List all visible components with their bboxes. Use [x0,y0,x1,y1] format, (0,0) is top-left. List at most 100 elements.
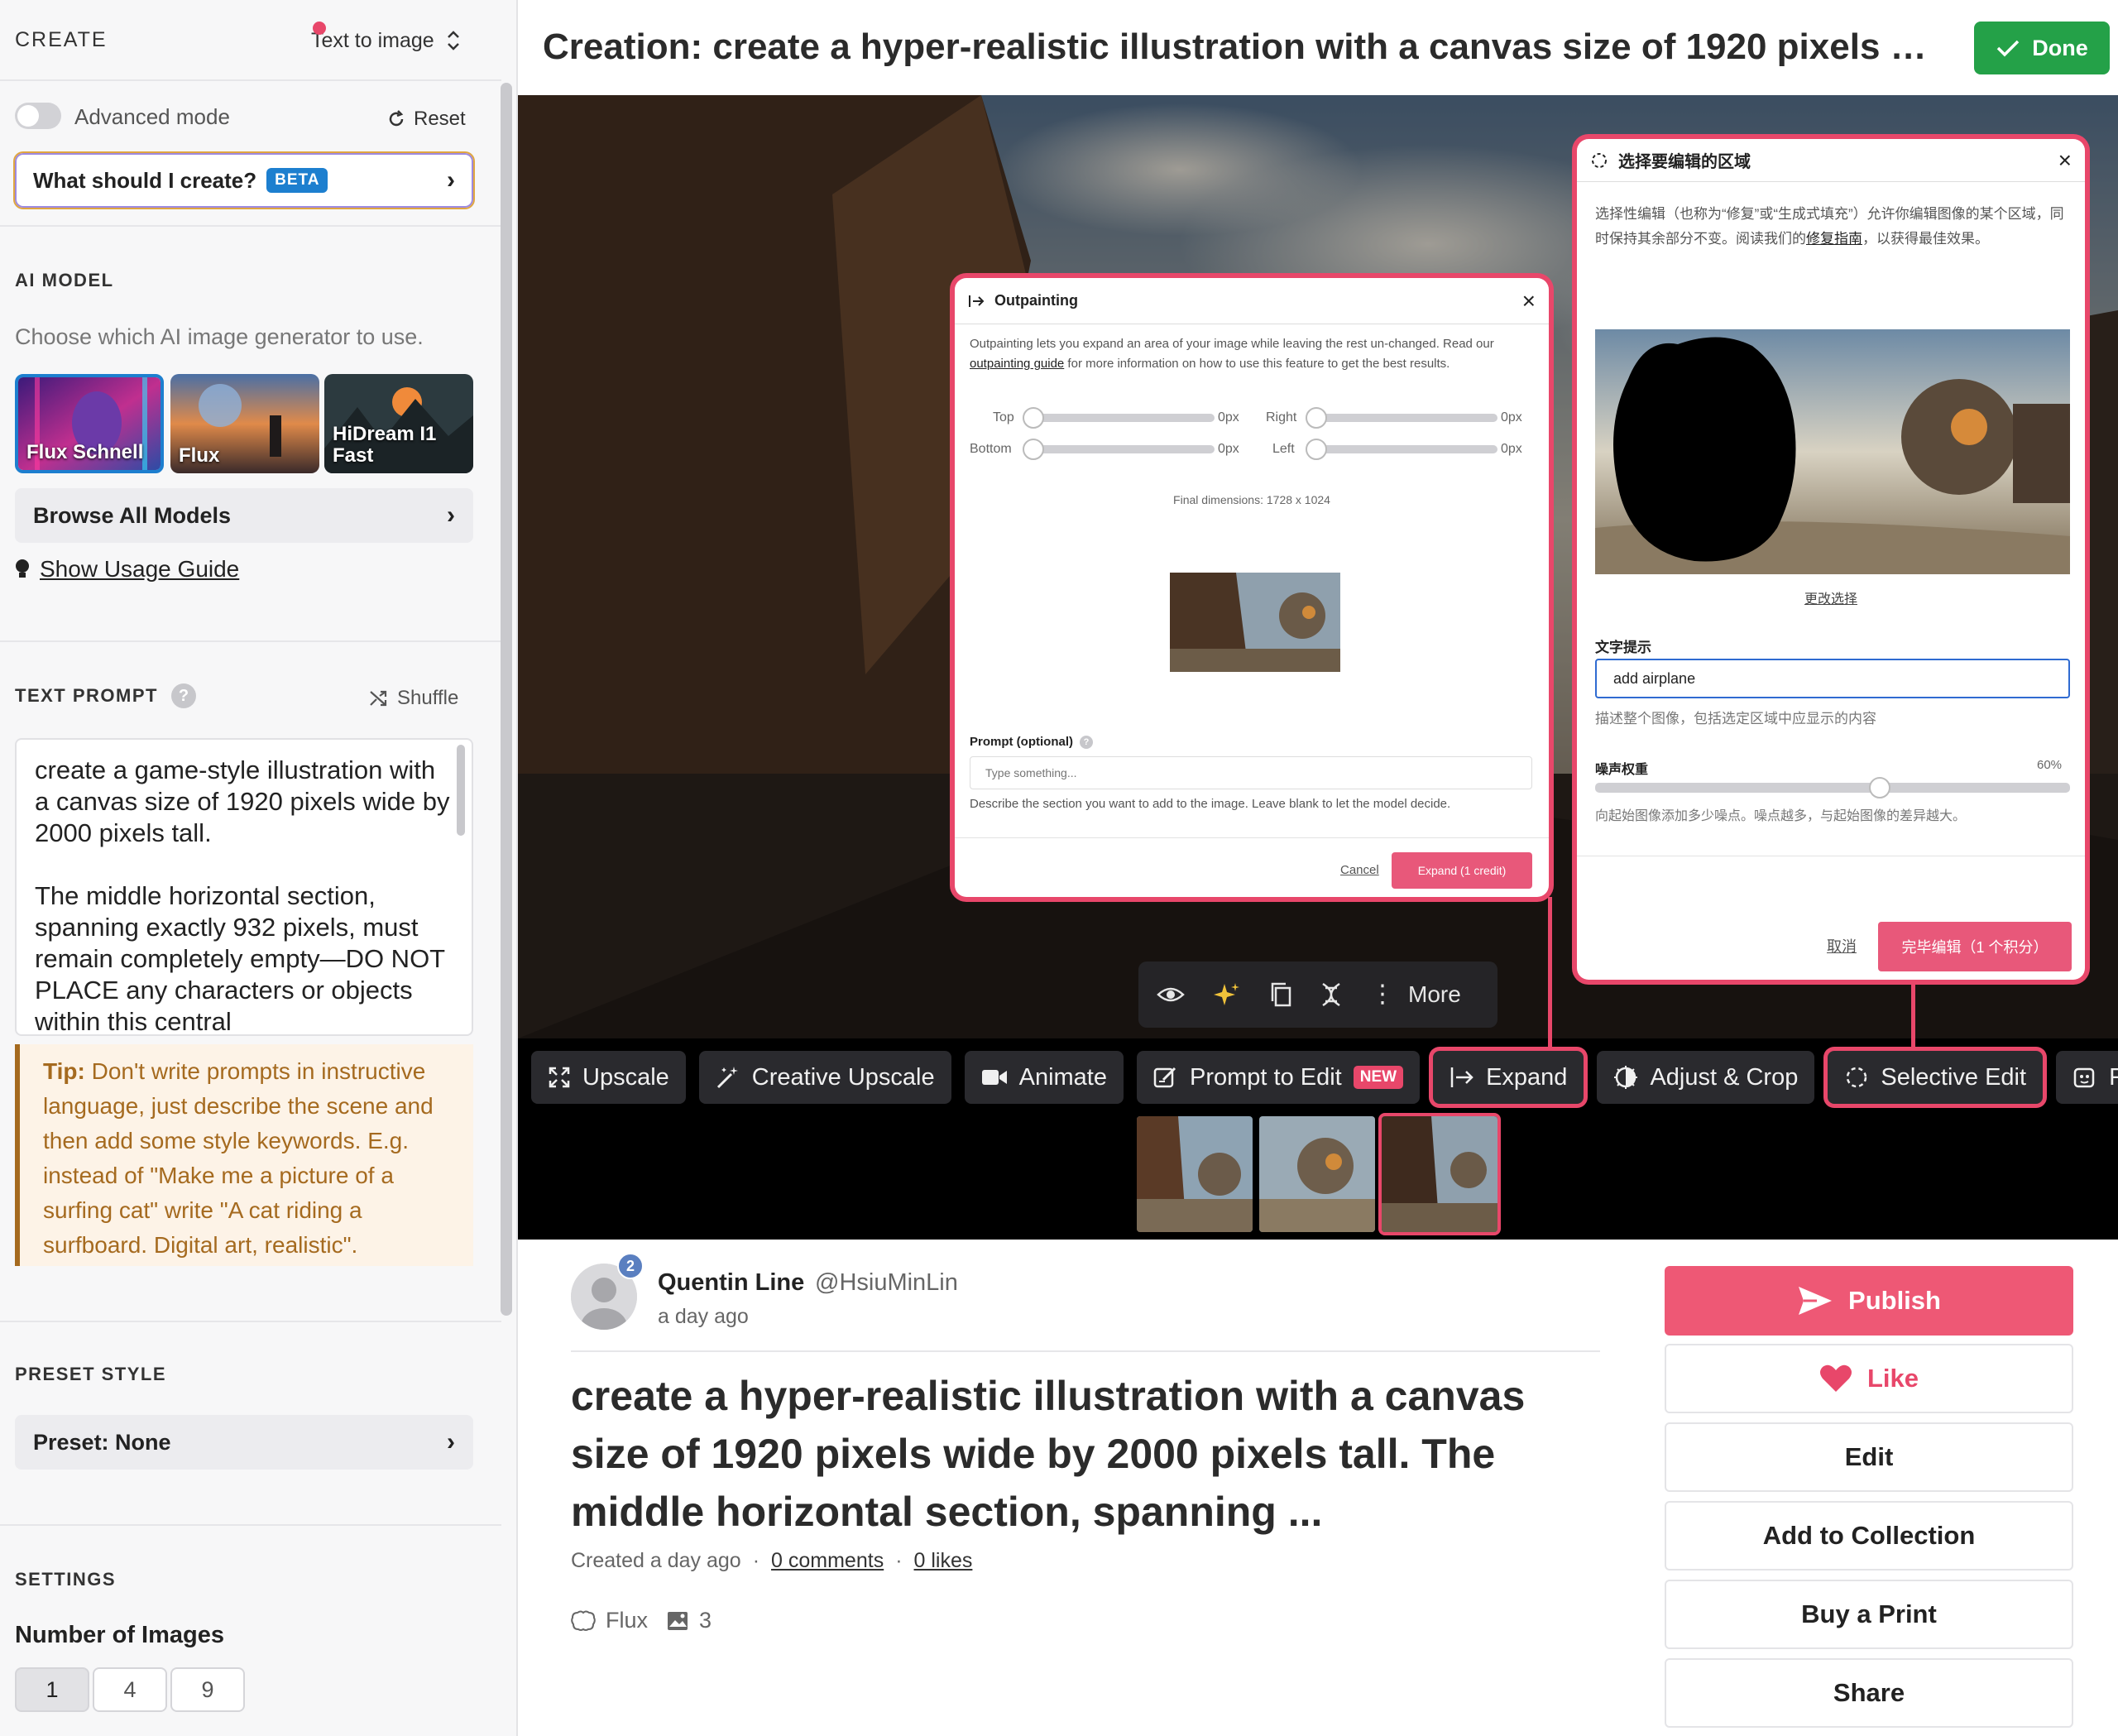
shuffle-icon [370,690,387,707]
add-to-collection-button[interactable]: Add to Collection [1665,1501,2073,1571]
outpainting-cancel-button[interactable]: Cancel [1340,863,1379,877]
model-name: Flux [606,1608,649,1633]
text-prompt-label: 文字提示 [1595,640,1651,655]
noise-weight-handle[interactable] [1869,777,1891,798]
shuffle-button[interactable]: Shuffle [369,687,458,710]
model-card-flux[interactable]: Flux [170,374,319,473]
divider [955,837,1549,838]
num-images-option-4[interactable]: 4 [93,1667,167,1712]
help-icon[interactable]: ? [1079,735,1093,749]
checkmark-icon [1997,40,2020,57]
advanced-mode-toggle[interactable] [15,103,61,129]
final-dimensions: Final dimensions: 1728 x 1024 [1173,493,1330,506]
usage-guide-link[interactable]: Show Usage Guide [15,556,239,583]
publish-button[interactable]: Publish [1665,1266,2073,1336]
description-text: Outpainting lets you expand an area of y… [970,337,1494,351]
mode-selector[interactable]: Text to image [311,22,461,53]
outpainting-prompt-input[interactable] [970,756,1532,789]
thumbnail-3[interactable] [1382,1116,1497,1232]
outpainting-prompt-help: Describe the section you want to add to … [970,797,1451,811]
animate-button[interactable]: Animate [964,1051,1124,1104]
expand-button[interactable]: Expand [1433,1051,1584,1104]
close-icon[interactable]: × [1522,288,1536,314]
thumbnail-image [1137,1116,1253,1232]
text-prompt-header: TEXT PROMPT ? [15,683,196,708]
preset-selector[interactable]: Preset: None › [15,1415,473,1470]
face-fix-button[interactable]: Fi [2056,1051,2118,1104]
model-card-flux-schnell[interactable]: Flux Schnell [15,374,164,473]
face-icon [2073,1067,2095,1088]
selective-edit-button[interactable]: Selective Edit [1828,1051,2044,1104]
selective-edit-prompt-input[interactable] [1595,659,2070,698]
thumbnail-1[interactable] [1137,1116,1253,1232]
more-button[interactable]: ⋮ More [1370,981,1461,1008]
left-slider[interactable] [1315,445,1497,453]
selective-edit-cancel-button[interactable]: 取消 [1827,935,1857,957]
lightbulb-icon [16,559,29,578]
number-of-images-label: Number of Images [15,1622,224,1648]
inpainting-guide-link[interactable]: 修复指南 [1806,231,1862,247]
selective-edit-description: 选择性编辑（也称为“修复”或“生成式填充”）允许你编辑图像的某个区域，同时保持其… [1595,202,2075,252]
sparkle-icon[interactable] [1213,981,1241,1009]
share-button[interactable]: Share [1665,1658,2073,1728]
bottom-label: Bottom [970,442,1012,456]
reset-button[interactable]: Reset [387,108,466,131]
created-time: Created a day ago [571,1549,741,1572]
creation-title: create a hyper-realistic illustration wi… [571,1373,1526,1535]
left-label: Left [1272,442,1295,456]
prompt-textarea[interactable]: create a game-style illustration with a … [15,738,473,1036]
prompt-to-edit-button[interactable]: Prompt to Edit NEW [1137,1051,1421,1104]
outpainting-guide-link[interactable]: outpainting guide [970,357,1064,371]
edit-button[interactable]: Edit [1665,1422,2073,1492]
help-icon[interactable]: ? [170,683,196,708]
model-card-hidream[interactable]: HiDream I1 Fast [324,374,473,473]
eye-icon[interactable] [1157,985,1185,1005]
close-icon[interactable]: × [2058,147,2072,174]
buy-print-button[interactable]: Buy a Print [1665,1580,2073,1649]
right-slider-handle[interactable] [1306,407,1327,429]
sidebar-scrollbar[interactable] [501,83,512,1316]
num-images-option-9[interactable]: 9 [170,1667,245,1712]
adjust-crop-label: Adjust & Crop [1650,1063,1799,1091]
thumbnail-2[interactable] [1259,1116,1375,1232]
left-slider-handle[interactable] [1306,439,1327,460]
change-selection-link[interactable]: 更改选择 [1577,587,2085,607]
ai-model-description: Choose which AI image generator to use. [15,324,424,349]
page-title: Creation: create a hyper-realistic illus… [543,26,1949,67]
bottom-slider-handle[interactable] [1023,439,1044,460]
bottom-slider[interactable] [1033,445,1215,453]
likes-link[interactable]: 0 likes [914,1549,973,1573]
dna-icon[interactable] [1320,981,1342,1008]
expand-credit-button[interactable]: Expand (1 credit) [1392,852,1532,889]
right-slider[interactable] [1315,414,1497,422]
more-dots-icon: ⋮ [1370,981,1395,1008]
adjust-crop-button[interactable]: Adjust & Crop [1597,1051,1815,1104]
author-handle[interactable]: @HsiuMinLin [815,1269,958,1297]
like-button[interactable]: Like [1665,1344,2073,1413]
prompt-optional-label: Prompt (optional) [970,735,1073,749]
prompt-scrollbar[interactable] [457,745,465,836]
tip-label: Tip: [43,1058,85,1084]
description-text: ，以获得最佳效果。 [1862,231,1989,247]
creative-upscale-button[interactable]: Creative Upscale [698,1051,951,1104]
author-name[interactable]: Quentin Line [658,1269,804,1297]
new-badge: NEW [1353,1066,1404,1089]
top-slider[interactable] [1033,414,1215,422]
selective-edit-header: 选择要编辑的区域 × [1577,139,2085,182]
upscale-button[interactable]: Upscale [531,1051,686,1104]
selective-edit-title: 选择要编辑的区域 [1618,153,1751,171]
num-images-option-1[interactable]: 1 [15,1667,89,1712]
selection-preview-image[interactable] [1595,329,2070,574]
ask-create-button[interactable]: What should I create? BETA › [13,151,475,209]
finish-edit-button[interactable]: 完毕编辑（1 个积分） [1878,922,2072,971]
copy-icon[interactable] [1269,981,1292,1008]
browse-models-button[interactable]: Browse All Models › [15,488,473,543]
comments-link[interactable]: 0 comments [771,1549,884,1573]
ai-model-heading: AI MODEL [15,270,114,290]
selection-mask [1613,337,1796,562]
top-slider-handle[interactable] [1023,407,1044,429]
done-label: Done [2032,35,2088,60]
noise-weight-slider[interactable] [1595,783,2070,793]
done-button[interactable]: Done [1974,22,2110,74]
outpainting-modal: Outpainting × Outpainting lets you expan… [955,278,1549,897]
